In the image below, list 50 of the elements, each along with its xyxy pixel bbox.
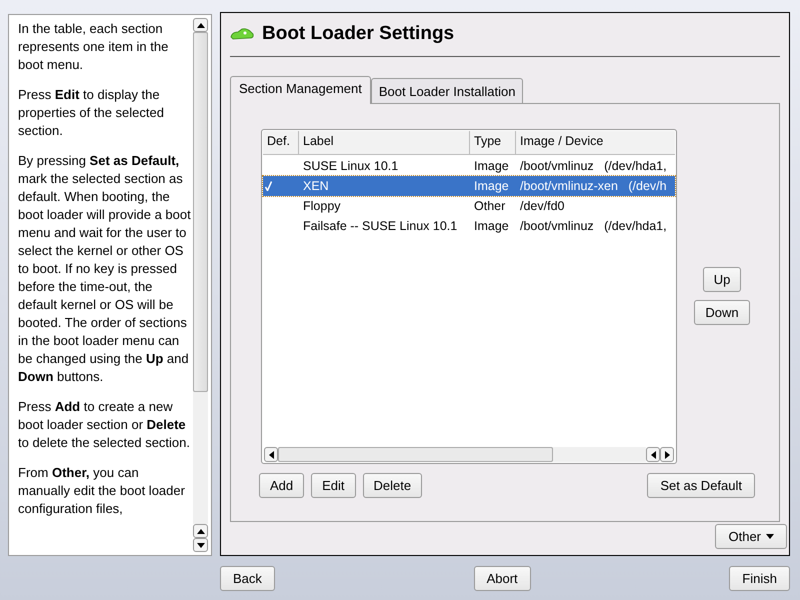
scroll-right-icon[interactable] <box>660 447 674 462</box>
tab[interactable]: Boot Loader Installation <box>370 78 524 103</box>
table-action-button[interactable]: Add <box>259 473 304 498</box>
table-cell-text: /boot/vmlinuz (/dev/hda1, <box>519 219 668 233</box>
table-cell-text: /boot/vmlinuz (/dev/hda1, <box>519 159 668 173</box>
table-action-button[interactable]: Edit <box>311 473 356 498</box>
scroll-left-icon[interactable] <box>264 447 278 462</box>
column-header[interactable]: Type <box>470 131 516 154</box>
column-header[interactable]: Def. <box>263 131 299 154</box>
scroll-left-icon[interactable] <box>646 447 660 462</box>
table-cell-text: Other <box>473 199 506 213</box>
caret-icon <box>766 534 774 539</box>
move-button[interactable]: Up <box>702 267 742 292</box>
table-cell-text: XEN <box>302 179 330 193</box>
table-cell-text: Image <box>473 179 510 193</box>
abort-button[interactable]: Abort <box>474 566 531 591</box>
help-paragraph: In the table, each section represents one item in the boot menu. <box>18 20 170 74</box>
table-cell-text: Image <box>473 159 510 173</box>
help-paragraph: From Other, you can manually edit the boot loader configuration files, <box>18 464 186 518</box>
column-header[interactable]: Label <box>299 131 470 154</box>
back-button[interactable]: Back <box>220 566 275 591</box>
table-row[interactable]: Failsafe -- SUSE Linux 10.1 Image /boot/vmlinuz (/dev/hda1, <box>263 216 675 236</box>
vertical-scrollbar[interactable] <box>193 18 208 552</box>
help-paragraph: Press Edit to display the properties of the selected section. <box>18 86 165 140</box>
set-default-button[interactable]: Set as Default <box>647 473 755 498</box>
finish-button[interactable]: Finish <box>729 566 790 591</box>
table-row[interactable]: XEN Image /boot/vmlinuz-xen (/dev/h <box>263 176 675 196</box>
table-cell-text: Image <box>473 219 510 233</box>
scroll-up-icon[interactable] <box>193 524 208 538</box>
scrollbar-thumb[interactable] <box>193 32 208 392</box>
other-dropdown-button[interactable]: Other <box>715 524 787 549</box>
scroll-down-icon[interactable] <box>193 538 208 552</box>
tab[interactable]: Section Management <box>230 76 371 104</box>
column-header[interactable]: Image / Device <box>516 131 675 154</box>
horizontal-scrollbar[interactable] <box>264 447 674 462</box>
table-cell-text: SUSE Linux 10.1 <box>302 159 400 173</box>
scroll-up-icon[interactable] <box>193 18 208 32</box>
scrollbar-thumb[interactable] <box>278 447 553 462</box>
table-action-button[interactable]: Delete <box>362 473 422 498</box>
table-row[interactable]: Floppy Other /dev/fd0 <box>263 196 675 216</box>
table-row[interactable]: SUSE Linux 10.1 Image /boot/vmlinuz (/dev/hda1, <box>263 156 675 176</box>
help-paragraph: By pressing Set as Default, mark the selected section as default. When booting, the boot loader will provide a boot menu and wait for the user to select the kernel or other OS to boot. If no key is pressed before the time-out, the default kernel or OS will be booted. The order of sections in the boot loader menu can be changed using the Up and Down buttons. <box>18 152 192 386</box>
help-paragraph: Press Add to create a new boot loader section or Delete to delete the selected section. <box>18 398 192 452</box>
table-cell-text: /boot/vmlinuz-xen (/dev/h <box>519 179 668 193</box>
table-cell-text: Floppy <box>302 199 342 213</box>
table-cell-text: Failsafe -- SUSE Linux 10.1 <box>302 219 458 233</box>
table-cell-text: /dev/fd0 <box>519 199 566 213</box>
sneaker-icon <box>230 28 254 40</box>
page-title: Boot Loader Settings <box>262 23 454 45</box>
move-button[interactable]: Down <box>694 300 750 325</box>
